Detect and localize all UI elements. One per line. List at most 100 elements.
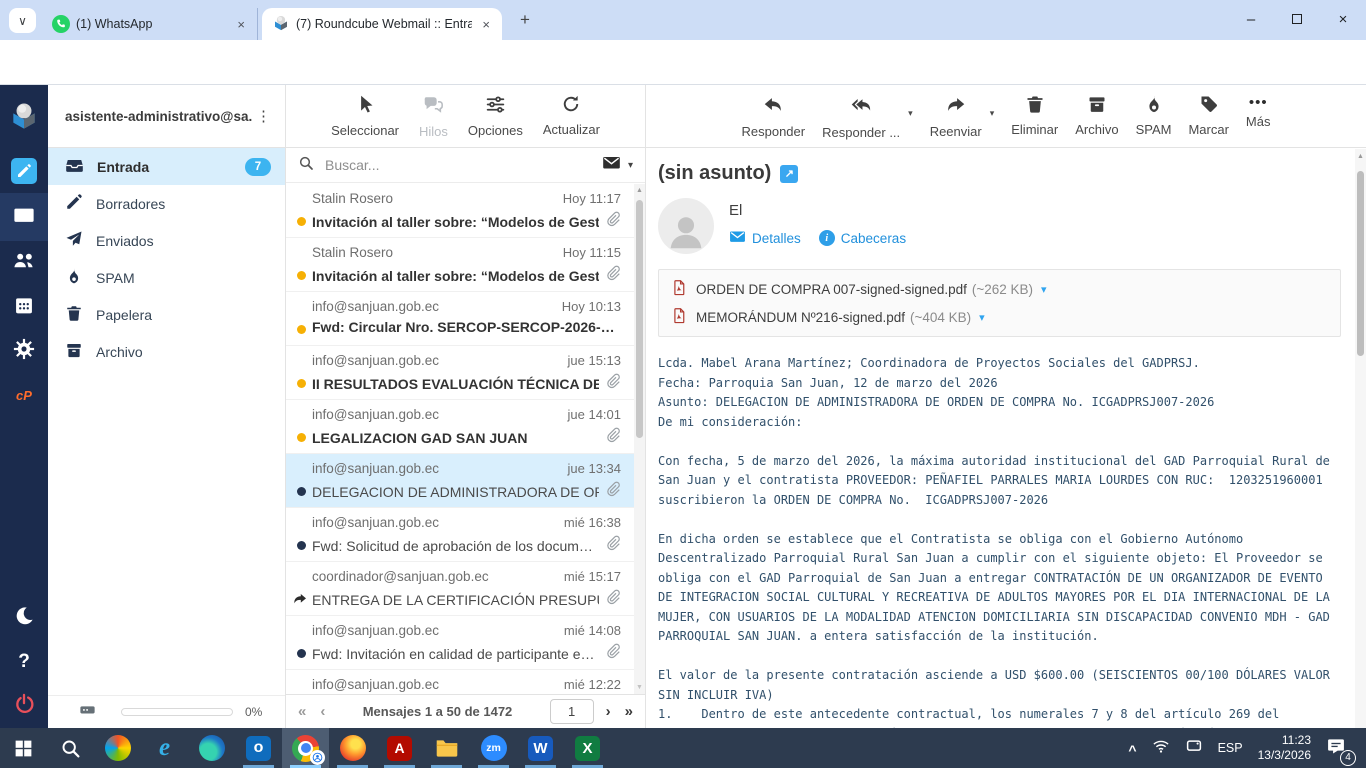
folder-papelera[interactable]: Papelera	[48, 296, 285, 333]
folder-enviados[interactable]: Enviados	[48, 222, 285, 259]
read-status-icon[interactable]	[297, 649, 306, 658]
message-row[interactable]: Stalin RoseroHoy 11:15 Invitación al tal…	[286, 238, 635, 292]
message-row[interactable]: info@sanjuan.gob.ecmié 12:22	[286, 670, 635, 694]
compose-button[interactable]	[0, 149, 48, 193]
start-button[interactable]	[0, 728, 47, 768]
unread-status-icon[interactable]	[297, 325, 306, 334]
firefox-icon[interactable]	[329, 728, 376, 768]
message-row[interactable]: Stalin RoseroHoy 11:17 Invitación al tal…	[286, 184, 635, 238]
options-button[interactable]: Opciones	[468, 94, 523, 138]
scrollbar-thumb[interactable]	[1357, 171, 1364, 356]
attachment-menu-caret-icon[interactable]: ▾	[1041, 283, 1047, 296]
tray-expand-icon[interactable]: ^	[1128, 742, 1136, 758]
unread-status-icon[interactable]	[297, 433, 306, 442]
folder-archivo[interactable]: Archivo	[48, 333, 285, 370]
read-status-icon[interactable]	[297, 541, 306, 550]
window-maximize-button[interactable]	[1274, 0, 1320, 38]
threads-button[interactable]: Hilos	[419, 94, 448, 139]
folder-entrada[interactable]: Entrada 7	[48, 148, 285, 185]
message-row[interactable]: info@sanjuan.gob.ecjue 15:13 II RESULTAD…	[286, 346, 635, 400]
forward-button[interactable]: Reenviar	[930, 94, 982, 139]
delete-button[interactable]: Eliminar	[1011, 94, 1058, 137]
tab-roundcube[interactable]: (7) Roundcube Webmail :: Entra ×	[262, 8, 502, 40]
search-input[interactable]	[323, 156, 602, 174]
file-explorer-icon[interactable]	[423, 728, 470, 768]
scroll-up-icon[interactable]: ▲	[1355, 153, 1366, 160]
help-button[interactable]: ?	[0, 640, 48, 684]
more-button[interactable]: ••• Más	[1246, 94, 1271, 129]
taskbar-search-button[interactable]	[47, 728, 94, 768]
tab-search-button[interactable]: ∨	[9, 8, 36, 33]
last-page-button[interactable]: »	[625, 703, 633, 720]
cpanel-link[interactable]: cP	[0, 373, 48, 417]
message-row[interactable]: info@sanjuan.gob.ecjue 14:01 LEGALIZACIO…	[286, 400, 635, 454]
logout-button[interactable]	[0, 684, 48, 728]
message-row[interactable]: info@sanjuan.gob.ecHoy 10:13 Fwd: Circul…	[286, 292, 635, 346]
reply-button[interactable]: Responder	[742, 94, 806, 139]
close-tab-icon[interactable]: ×	[478, 17, 494, 32]
first-page-button[interactable]: «	[298, 703, 306, 720]
read-status-icon[interactable]	[297, 487, 306, 496]
attachment-menu-caret-icon[interactable]: ▾	[979, 311, 985, 324]
reading-pane-scrollbar[interactable]: ▲	[1355, 149, 1366, 728]
reply-all-caret-icon[interactable]: ▾	[908, 108, 913, 119]
internet-explorer-icon[interactable]: e	[141, 728, 188, 768]
close-tab-icon[interactable]: ×	[233, 17, 249, 32]
mark-button[interactable]: Marcar	[1188, 94, 1228, 137]
copilot-icon[interactable]	[94, 728, 141, 768]
attachment-item[interactable]: MEMORÁNDUM Nº216-signed.pdf (~404 KB) ▾	[671, 303, 1328, 331]
message-row[interactable]: info@sanjuan.gob.ecmié 16:38 Fwd: Solici…	[286, 508, 635, 562]
list-scrollbar[interactable]: ▲ ▼	[634, 184, 645, 694]
search-scope-mail-icon[interactable]	[602, 153, 621, 177]
window-minimize-button[interactable]: –	[1228, 0, 1274, 38]
forward-caret-icon[interactable]: ▾	[990, 108, 995, 119]
unread-status-icon[interactable]	[297, 379, 306, 388]
clock[interactable]: 11:23 13/3/2026	[1258, 733, 1311, 763]
wifi-icon[interactable]	[1152, 737, 1170, 760]
window-close-button[interactable]: ×	[1320, 0, 1366, 38]
unread-status-icon[interactable]	[297, 217, 306, 226]
new-tab-button[interactable]: +	[514, 10, 536, 30]
zoom-icon[interactable]: zm	[470, 728, 517, 768]
contacts-tab[interactable]	[0, 241, 48, 285]
refresh-button[interactable]: Actualizar	[543, 94, 600, 137]
folder-spam[interactable]: SPAM	[48, 259, 285, 296]
word-icon[interactable]: W	[517, 728, 564, 768]
attachment-item[interactable]: ORDEN DE COMPRA 007-signed-signed.pdf (~…	[671, 275, 1328, 303]
spam-button[interactable]: SPAM	[1136, 94, 1172, 137]
open-in-new-window-icon[interactable]: ↗	[780, 165, 798, 183]
language-indicator[interactable]: ESP	[1218, 741, 1243, 755]
settings-tab[interactable]	[0, 329, 48, 373]
headers-link[interactable]: i Cabeceras	[819, 230, 906, 246]
details-link[interactable]: Detalles	[729, 228, 801, 248]
scroll-down-icon[interactable]: ▼	[634, 684, 645, 691]
attachment-name[interactable]: MEMORÁNDUM Nº216-signed.pdf	[696, 310, 905, 325]
tab-whatsapp[interactable]: (1) WhatsApp ×	[42, 8, 258, 40]
outlook-icon[interactable]: o	[235, 728, 282, 768]
scrollbar-thumb[interactable]	[636, 200, 643, 438]
scroll-up-icon[interactable]: ▲	[634, 187, 645, 194]
account-menu-icon[interactable]: ⋮	[252, 107, 275, 125]
attachment-name[interactable]: ORDEN DE COMPRA 007-signed-signed.pdf	[696, 282, 967, 297]
search-scope-caret-icon[interactable]: ▾	[628, 160, 633, 171]
meet-now-icon[interactable]	[1185, 737, 1203, 760]
page-number-input[interactable]	[550, 699, 594, 724]
excel-icon[interactable]: X	[564, 728, 611, 768]
folder-borradores[interactable]: Borradores	[48, 185, 285, 222]
message-row[interactable]: info@sanjuan.gob.ecmié 14:08 Fwd: Invita…	[286, 616, 635, 670]
account-header[interactable]: asistente-administrativo@sa... ⋮	[48, 85, 285, 148]
calendar-tab[interactable]	[0, 285, 48, 329]
mail-tab[interactable]	[0, 193, 48, 241]
edge-icon[interactable]	[188, 728, 235, 768]
next-page-button[interactable]: ›	[606, 703, 611, 720]
message-row-selected[interactable]: info@sanjuan.gob.ecjue 13:34 DELEGACION …	[286, 454, 635, 508]
dark-mode-button[interactable]	[0, 596, 48, 640]
unread-status-icon[interactable]	[297, 271, 306, 280]
notification-center-button[interactable]: 4	[1326, 736, 1354, 761]
reply-all-button[interactable]: Responder ...	[822, 94, 900, 140]
archive-button[interactable]: Archivo	[1075, 94, 1118, 137]
message-row[interactable]: coordinador@sanjuan.gob.ecmié 15:17 ENTR…	[286, 562, 635, 616]
chrome-icon[interactable]	[282, 728, 329, 768]
acrobat-icon[interactable]: A	[376, 728, 423, 768]
select-button[interactable]: Seleccionar	[331, 94, 399, 138]
